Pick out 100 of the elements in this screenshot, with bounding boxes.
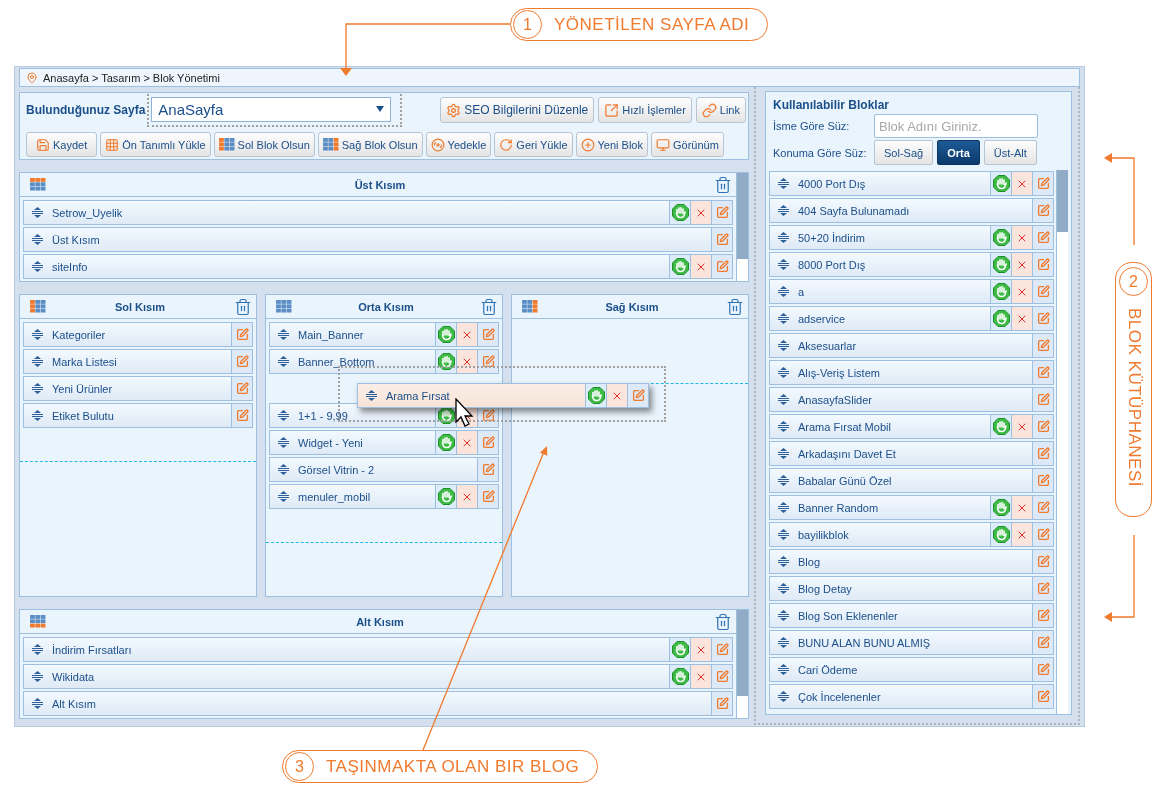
block-row[interactable]: 50+20 İndirim	[769, 225, 1054, 250]
delete-button[interactable]	[1011, 496, 1032, 519]
edit-button[interactable]	[231, 377, 252, 400]
block-row[interactable]: Arama Fırsat Mobil	[769, 414, 1054, 439]
trash-icon[interactable]	[726, 297, 744, 316]
delete-button[interactable]	[456, 485, 477, 508]
drag-handle-icon[interactable]	[778, 691, 789, 702]
delete-button[interactable]	[456, 431, 477, 454]
toolbar-button[interactable]: Sağ Blok Olsun	[317, 132, 423, 157]
block-row[interactable]: siteInfo	[23, 254, 733, 279]
drag-handle-icon[interactable]	[778, 583, 789, 594]
toolbar-button[interactable]: Yedekle	[425, 132, 492, 157]
edit-button[interactable]	[711, 638, 732, 661]
delete-button[interactable]	[1011, 523, 1032, 546]
activate-button[interactable]	[990, 307, 1011, 330]
edit-button[interactable]	[1032, 388, 1053, 411]
edit-button[interactable]	[477, 458, 498, 481]
edit-button[interactable]	[1032, 442, 1053, 465]
edit-button[interactable]	[1032, 334, 1053, 357]
block-row[interactable]: Blog	[769, 549, 1054, 574]
edit-button[interactable]	[711, 255, 732, 278]
drag-handle-icon[interactable]	[778, 394, 789, 405]
drag-handle-icon[interactable]	[32, 698, 43, 709]
trash-icon[interactable]	[234, 297, 252, 316]
block-row[interactable]: BUNU ALAN BUNU ALMIŞ	[769, 630, 1054, 655]
trash-icon[interactable]	[714, 175, 732, 194]
block-row[interactable]: Alt Kısım	[23, 691, 733, 716]
drag-handle-icon[interactable]	[32, 383, 43, 394]
edit-button[interactable]	[1032, 469, 1053, 492]
block-row[interactable]: bayilikblok	[769, 522, 1054, 547]
activate-button[interactable]	[990, 523, 1011, 546]
drag-handle-icon[interactable]	[32, 207, 43, 218]
toolbar-button[interactable]: Görünüm	[650, 132, 724, 157]
drag-handle-icon[interactable]	[778, 664, 789, 675]
scrollbar[interactable]	[736, 610, 748, 718]
block-row[interactable]: Marka Listesi	[23, 349, 253, 374]
edit-button[interactable]	[1032, 604, 1053, 627]
activate-button[interactable]	[990, 172, 1011, 195]
drag-handle-icon[interactable]	[278, 356, 289, 367]
activate-button[interactable]	[669, 638, 690, 661]
drag-handle-icon[interactable]	[778, 475, 789, 486]
toolbar-button[interactable]: Geri Yükle	[494, 132, 573, 157]
toolbar-button[interactable]: Sol Blok Olsun	[213, 132, 315, 157]
delete-button[interactable]	[690, 255, 711, 278]
drag-handle-icon[interactable]	[778, 556, 789, 567]
toolbar-button[interactable]: Hızlı İşlemler	[598, 97, 692, 123]
block-row[interactable]: Kategoriler	[23, 322, 253, 347]
block-row[interactable]: Wikidata	[23, 664, 733, 689]
trash-icon[interactable]	[480, 297, 498, 316]
delete-button[interactable]	[690, 665, 711, 688]
edit-button[interactable]	[231, 323, 252, 346]
activate-button[interactable]	[990, 253, 1011, 276]
activate-button[interactable]	[435, 485, 456, 508]
activate-button[interactable]	[990, 226, 1011, 249]
edit-button[interactable]	[1032, 550, 1053, 573]
block-row[interactable]: Main_Banner	[269, 322, 499, 347]
trash-icon[interactable]	[714, 612, 732, 631]
edit-button[interactable]	[1032, 631, 1053, 654]
drag-handle-icon[interactable]	[278, 491, 289, 502]
drag-handle-icon[interactable]	[778, 421, 789, 432]
delete-button[interactable]	[606, 384, 627, 407]
block-row[interactable]: Setrow_Uyelik	[23, 200, 733, 225]
edit-button[interactable]	[231, 350, 252, 373]
block-row[interactable]: Görsel Vitrin - 2	[269, 457, 499, 482]
activate-button[interactable]	[990, 496, 1011, 519]
drag-handle-icon[interactable]	[778, 286, 789, 297]
block-row[interactable]: 4000 Port Dış	[769, 171, 1054, 196]
delete-button[interactable]	[1011, 280, 1032, 303]
delete-button[interactable]	[1011, 253, 1032, 276]
delete-button[interactable]	[690, 638, 711, 661]
edit-button[interactable]	[1032, 226, 1053, 249]
block-row[interactable]: Banner_Bottom	[269, 349, 499, 374]
drag-handle-icon[interactable]	[778, 502, 789, 513]
toolbar-button[interactable]: Ön Tanımlı Yükle	[100, 132, 211, 157]
edit-button[interactable]	[477, 485, 498, 508]
delete-button[interactable]	[1011, 307, 1032, 330]
toolbar-button[interactable]: Kaydet	[26, 132, 98, 157]
block-row[interactable]: Blog Son Eklenenler	[769, 603, 1054, 628]
drag-handle-icon[interactable]	[278, 410, 289, 421]
edit-button[interactable]	[627, 384, 648, 407]
scrollbar[interactable]	[1056, 170, 1068, 714]
edit-button[interactable]	[1032, 361, 1053, 384]
block-row[interactable]: Aksesuarlar	[769, 333, 1054, 358]
toolbar-button[interactable]: SEO Bilgilerini Düzenle	[440, 97, 595, 123]
toolbar-button[interactable]: Link	[695, 97, 746, 123]
toolbar-button[interactable]: Yeni Blok	[575, 132, 648, 157]
activate-button[interactable]	[669, 665, 690, 688]
edit-button[interactable]	[1032, 577, 1053, 600]
page-select[interactable]: AnaSayfa	[151, 96, 392, 122]
block-row[interactable]: Çok İncelenenler	[769, 684, 1054, 709]
edit-button[interactable]	[231, 404, 252, 427]
block-row[interactable]: İndirim Fırsatları	[23, 637, 733, 662]
block-row[interactable]: a	[769, 279, 1054, 304]
edit-button[interactable]	[1032, 172, 1053, 195]
block-row[interactable]: Arkadaşını Davet Et	[769, 441, 1054, 466]
drag-handle-icon[interactable]	[32, 644, 43, 655]
delete-button[interactable]	[1011, 226, 1032, 249]
drag-handle-icon[interactable]	[778, 529, 789, 540]
edit-button[interactable]	[477, 431, 498, 454]
drag-handle-icon[interactable]	[778, 205, 789, 216]
